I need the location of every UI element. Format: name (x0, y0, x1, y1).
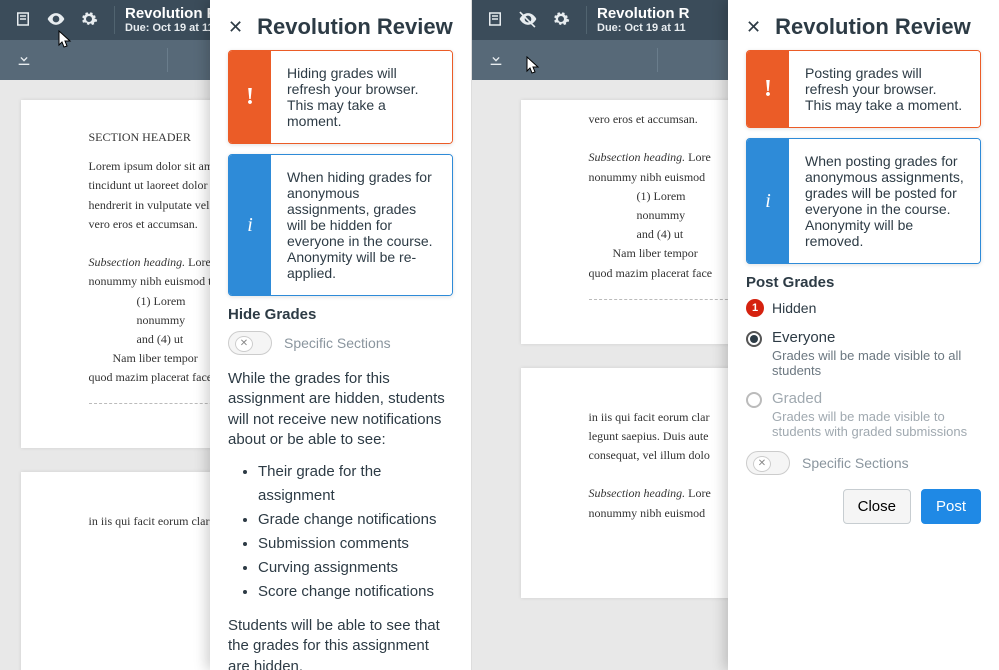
download-icon[interactable] (488, 51, 504, 70)
post-grades-label: Post Grades (746, 274, 981, 291)
paragraph: Students will be able to see that the gr… (228, 616, 453, 670)
list-item: Grade change notifications (258, 508, 453, 532)
assignment-title: Revolution R (125, 6, 218, 21)
option-label: Graded (772, 390, 981, 407)
info-alert: i When hiding grades for anonymous assig… (228, 154, 453, 296)
hidden-count-badge: 1 (746, 299, 764, 317)
radio-option-graded: Graded Grades will be made visible to st… (746, 390, 981, 439)
rubric-icon[interactable] (486, 10, 504, 31)
list-item: Their grade for the assignment (258, 460, 453, 508)
list-item: Submission comments (258, 532, 453, 556)
hidden-status: 1 Hidden (746, 299, 981, 317)
option-desc: Grades will be made visible to all stude… (772, 348, 981, 378)
post-grades-panel: ✕ Revolution Review ! Posting grades wil… (728, 0, 999, 670)
close-button[interactable]: Close (843, 489, 911, 524)
assignment-due: Due: Oct 19 at 11 (597, 23, 690, 34)
list-item: Score change notifications (258, 580, 453, 604)
visibility-off-icon[interactable] (518, 9, 538, 32)
hide-grades-view: Revolution R Due: Oct 19 at 11 Page SECT… (0, 0, 472, 670)
gear-icon[interactable] (552, 10, 570, 31)
exclamation-icon: ! (747, 51, 789, 127)
assignment-title-block: Revolution R Due: Oct 19 at 11 (125, 6, 218, 34)
hidden-items-list: Their grade for the assignment Grade cha… (228, 460, 453, 604)
info-text: When hiding grades for anonymous assignm… (271, 155, 452, 295)
radio-icon (746, 392, 762, 408)
warning-text: Posting grades will refresh your browser… (789, 51, 980, 127)
info-icon: i (747, 139, 789, 263)
mouse-cursor-icon (58, 30, 74, 50)
warning-alert: ! Hiding grades will refresh your browse… (228, 50, 453, 144)
hide-grades-label: Hide Grades (228, 306, 453, 323)
post-button[interactable]: Post (921, 489, 981, 524)
specific-sections-toggle[interactable] (746, 451, 790, 475)
assignment-due: Due: Oct 19 at 11 (125, 23, 218, 34)
close-icon[interactable]: ✕ (746, 17, 761, 38)
specific-sections-label: Specific Sections (802, 455, 909, 471)
radio-option-everyone[interactable]: Everyone Grades will be made visible to … (746, 329, 981, 378)
specific-sections-label: Specific Sections (284, 335, 391, 351)
panel-title: Revolution Review (257, 14, 453, 40)
mouse-cursor-icon (526, 56, 542, 76)
visibility-icon[interactable] (46, 9, 66, 32)
panel-title: Revolution Review (775, 14, 971, 40)
hidden-label: Hidden (772, 300, 816, 316)
rubric-icon[interactable] (14, 10, 32, 31)
warning-alert: ! Posting grades will refresh your brows… (746, 50, 981, 128)
option-desc: Grades will be made visible to students … (772, 409, 981, 439)
info-icon: i (229, 155, 271, 295)
warning-text: Hiding grades will refresh your browser.… (271, 51, 452, 143)
intro-paragraph: While the grades for this assignment are… (228, 369, 453, 450)
assignment-title-block: Revolution R Due: Oct 19 at 11 (597, 6, 690, 34)
post-grades-view: Revolution R Due: Oct 19 at 11 Page vero… (472, 0, 999, 670)
radio-icon[interactable] (746, 331, 762, 347)
assignment-title: Revolution R (597, 6, 690, 21)
exclamation-icon: ! (229, 51, 271, 143)
download-icon[interactable] (16, 51, 32, 70)
info-text: When posting grades for anonymous assign… (789, 139, 980, 263)
info-alert: i When posting grades for anonymous assi… (746, 138, 981, 264)
gear-icon[interactable] (80, 10, 98, 31)
list-item: Curving assignments (258, 556, 453, 580)
close-icon[interactable]: ✕ (228, 17, 243, 38)
specific-sections-toggle[interactable] (228, 331, 272, 355)
hide-grades-panel: ✕ Revolution Review ! Hiding grades will… (210, 0, 471, 670)
option-label: Everyone (772, 329, 981, 346)
